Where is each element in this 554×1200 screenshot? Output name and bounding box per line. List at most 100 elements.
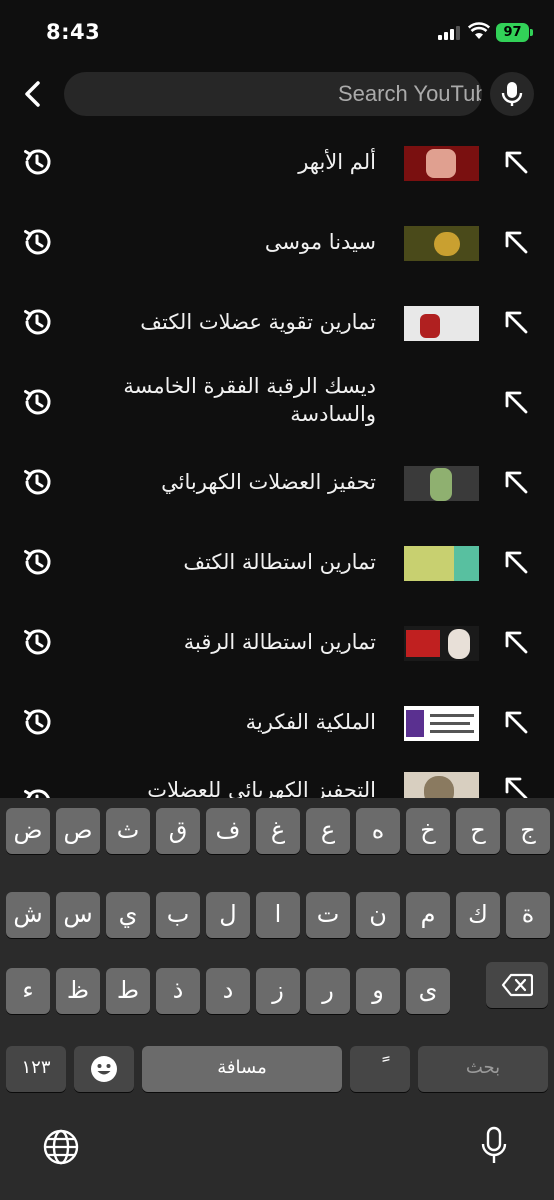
fill-query-arrow-icon[interactable] — [502, 628, 530, 656]
back-arrow-icon[interactable] — [16, 76, 52, 112]
history-icon — [24, 469, 51, 495]
status-time: 8:43 — [46, 20, 101, 44]
key[interactable]: غ — [256, 808, 300, 854]
key[interactable]: ض — [6, 808, 50, 854]
suggestion-text: الملكية الفكرية — [245, 710, 376, 734]
thumb-fill — [430, 714, 474, 717]
battery-level: 97 — [503, 25, 522, 40]
thumb-fill — [424, 776, 454, 798]
space-key[interactable]: مسافة — [142, 1046, 342, 1092]
globe-icon[interactable] — [42, 1128, 80, 1166]
suggestion-row[interactable]: ألم الأبهر — [0, 122, 554, 202]
key[interactable]: ى — [406, 968, 450, 1014]
thumb-fill — [430, 730, 474, 733]
key[interactable]: ش — [6, 892, 50, 938]
key[interactable]: ن — [356, 892, 400, 938]
suggestion-row[interactable]: سيدنا موسى — [0, 202, 554, 282]
fill-query-arrow-icon[interactable] — [502, 468, 530, 496]
key[interactable]: ث — [106, 808, 150, 854]
history-icon — [24, 389, 51, 415]
key[interactable]: ظ — [56, 968, 100, 1014]
suggestion-row[interactable]: تحفيز العضلات الكهربائي — [0, 442, 554, 522]
suggestion-thumbnail — [404, 306, 479, 341]
cellular-signal-icon — [438, 26, 460, 40]
key[interactable]: ج — [506, 808, 550, 854]
microphone-icon — [501, 82, 523, 106]
key[interactable]: ط — [106, 968, 150, 1014]
voice-search-button[interactable] — [490, 72, 534, 116]
key[interactable]: ذ — [156, 968, 200, 1014]
suggestion-row[interactable]: التحفيز الكهربائي للعضلات — [0, 762, 554, 798]
thumb-fill — [406, 630, 440, 657]
thumb-fill — [434, 232, 460, 256]
suggestion-text: ألم الأبهر — [298, 150, 376, 174]
key[interactable]: ل — [206, 892, 250, 938]
suggestion-row[interactable]: تمارين تقوية عضلات الكتف — [0, 282, 554, 362]
key[interactable]: ص — [56, 808, 100, 854]
fill-query-arrow-icon[interactable] — [502, 148, 530, 176]
search-key[interactable]: بحث — [418, 1046, 548, 1092]
suggestion-row[interactable]: تمارين استطالة الرقبة — [0, 602, 554, 682]
fill-query-arrow-icon[interactable] — [502, 708, 530, 736]
suggestion-text: تمارين استطالة الرقبة — [183, 630, 376, 654]
suggestion-thumbnail — [404, 146, 479, 181]
suggestion-thumbnail — [404, 226, 479, 261]
emoji-key[interactable] — [74, 1046, 134, 1092]
suggestion-text: تحفيز العضلات الكهربائي — [161, 470, 376, 494]
key[interactable]: ا — [256, 892, 300, 938]
key[interactable]: ف — [206, 808, 250, 854]
history-icon — [24, 229, 51, 255]
backspace-icon — [501, 973, 534, 997]
key[interactable]: ه — [356, 808, 400, 854]
suggestion-text: تمارين استطالة الكتف — [183, 550, 376, 574]
status-bar: 8:43 97 — [0, 0, 554, 62]
fill-query-arrow-icon[interactable] — [502, 228, 530, 256]
key[interactable]: س — [56, 892, 100, 938]
suggestion-thumbnail — [404, 772, 479, 798]
emoji-icon — [91, 1056, 117, 1082]
suggestion-row[interactable]: الملكية الفكرية — [0, 682, 554, 762]
key[interactable]: و — [356, 968, 400, 1014]
key[interactable]: خ — [406, 808, 450, 854]
thumb-fill — [420, 314, 440, 338]
dictation-microphone-icon[interactable] — [480, 1126, 508, 1166]
battery-nub — [530, 29, 533, 36]
thumb-fill — [454, 546, 479, 581]
suggestion-text: ديسك الرقبة الفقرة الخامسة والسادسة — [123, 374, 376, 426]
search-input[interactable] — [64, 72, 482, 116]
suggestion-thumbnail — [404, 706, 479, 741]
delete-key[interactable] — [486, 962, 548, 1008]
fill-query-arrow-icon[interactable] — [502, 308, 530, 336]
key[interactable]: ك — [456, 892, 500, 938]
fill-query-arrow-icon[interactable] — [502, 774, 530, 798]
key[interactable]: ح — [456, 808, 500, 854]
history-icon — [24, 309, 51, 335]
key[interactable]: ء — [6, 968, 50, 1014]
key[interactable]: ي — [106, 892, 150, 938]
suggestion-thumbnail — [404, 466, 479, 501]
key[interactable]: ع — [306, 808, 350, 854]
key[interactable]: ة — [506, 892, 550, 938]
numbers-key[interactable]: ١٢٣ — [6, 1046, 66, 1092]
battery-indicator: 97 — [496, 23, 529, 42]
suggestion-row[interactable]: ديسك الرقبة الفقرة الخامسة والسادسة — [0, 362, 554, 442]
thumb-fill — [406, 710, 424, 737]
key[interactable]: ز — [256, 968, 300, 1014]
suggestion-row[interactable]: تمارين استطالة الكتف — [0, 522, 554, 602]
tanween-key[interactable]: ً — [350, 1046, 410, 1092]
key[interactable]: د — [206, 968, 250, 1014]
thumb-fill — [430, 722, 470, 725]
suggestion-thumbnail — [404, 626, 479, 661]
key[interactable]: ق — [156, 808, 200, 854]
fill-query-arrow-icon[interactable] — [502, 548, 530, 576]
search-box[interactable] — [64, 72, 482, 116]
history-icon — [24, 789, 50, 798]
key[interactable]: م — [406, 892, 450, 938]
suggestion-thumbnail — [404, 546, 479, 581]
key[interactable]: ب — [156, 892, 200, 938]
key[interactable]: ر — [306, 968, 350, 1014]
fill-query-arrow-icon[interactable] — [502, 388, 530, 416]
wifi-icon — [468, 22, 490, 39]
key[interactable]: ت — [306, 892, 350, 938]
suggestion-text: تمارين تقوية عضلات الكتف — [140, 310, 376, 334]
